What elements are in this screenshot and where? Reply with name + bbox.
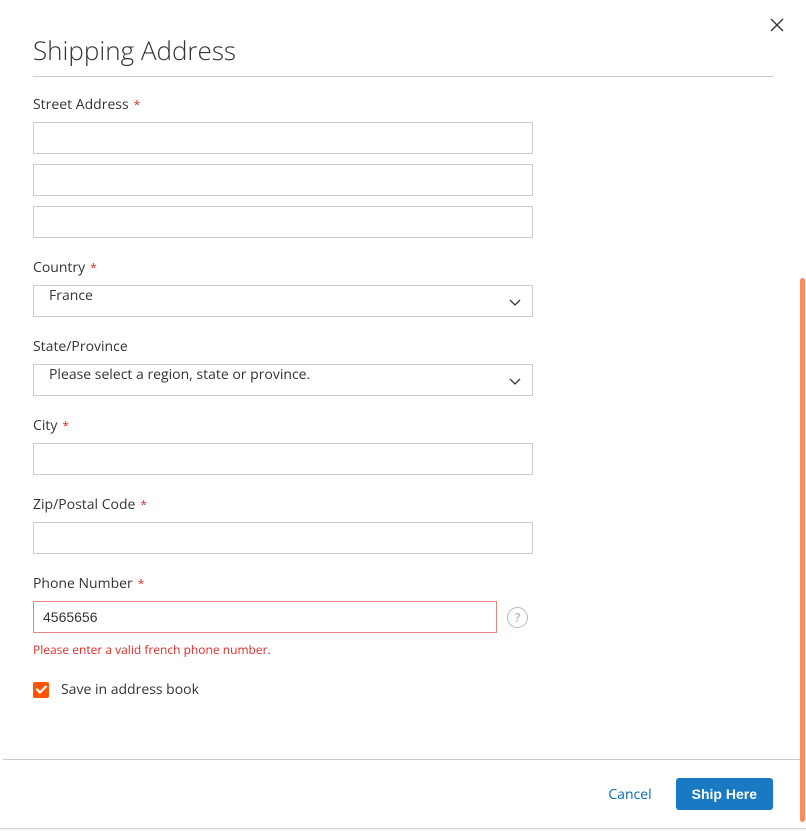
- street-line2-input[interactable]: [33, 164, 533, 196]
- close-icon: [770, 15, 784, 37]
- zip-input[interactable]: [33, 522, 533, 554]
- country-select[interactable]: France: [33, 285, 533, 317]
- phone-input[interactable]: [33, 601, 497, 633]
- zip-label: Zip/Postal Code: [33, 495, 533, 514]
- cancel-button[interactable]: Cancel: [608, 785, 651, 804]
- country-label: Country: [33, 258, 533, 277]
- city-input[interactable]: [33, 443, 533, 475]
- street-line3-input[interactable]: [33, 206, 533, 238]
- field-region: State/Province Please select a region, s…: [33, 337, 533, 396]
- modal-footer: Cancel Ship Here: [3, 759, 803, 828]
- close-button[interactable]: [765, 14, 789, 38]
- field-country: Country France: [33, 258, 533, 317]
- save-address-book-checkbox[interactable]: [33, 682, 49, 698]
- phone-error-message: Please enter a valid french phone number…: [33, 641, 533, 658]
- scrollbar-thumb[interactable]: [800, 278, 805, 822]
- field-phone: Phone Number ? Please enter a valid fren…: [33, 574, 533, 658]
- region-label: State/Province: [33, 337, 533, 356]
- region-select[interactable]: Please select a region, state or provinc…: [33, 364, 533, 396]
- field-street: Street Address: [33, 95, 533, 238]
- street-label: Street Address: [33, 95, 533, 114]
- street-line1-input[interactable]: [33, 122, 533, 154]
- modal-body: Shipping Address Street Address Country …: [3, 0, 803, 828]
- field-save-address-book: Save in address book: [33, 680, 533, 699]
- shipping-form: Street Address Country France State/Prov…: [33, 95, 533, 699]
- shipping-address-modal: Shipping Address Street Address Country …: [3, 0, 803, 828]
- phone-label: Phone Number: [33, 574, 533, 593]
- save-address-book-label[interactable]: Save in address book: [61, 680, 199, 699]
- city-label: City: [33, 416, 533, 435]
- field-city: City: [33, 416, 533, 475]
- ship-here-button[interactable]: Ship Here: [676, 778, 773, 810]
- tooltip-help-icon[interactable]: ?: [507, 607, 528, 628]
- modal-title: Shipping Address: [33, 32, 773, 77]
- field-zip: Zip/Postal Code: [33, 495, 533, 554]
